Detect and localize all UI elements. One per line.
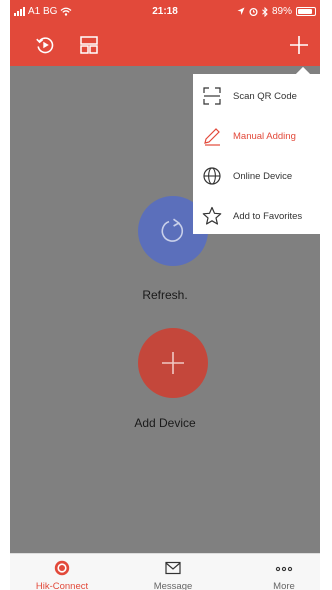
star-icon: [202, 206, 222, 225]
add-device-label: Add Device: [134, 416, 196, 430]
menu-item-label: Online Device: [233, 170, 293, 182]
status-right: 89%: [237, 6, 316, 17]
refresh-label: Refresh.: [142, 288, 188, 302]
app-screen: A1 BG 21:18 89% Refresh. Add Device Scan…: [10, 0, 320, 590]
menu-item-label: Manual Adding: [233, 130, 296, 142]
status-bar: A1 BG 21:18 89%: [10, 0, 320, 24]
message-icon: [165, 561, 181, 575]
menu-item-online-device[interactable]: Online Device: [193, 156, 320, 196]
menu-item-scan-qr-code[interactable]: Scan QR Code: [193, 76, 320, 116]
tab-message[interactable]: Message: [133, 554, 213, 590]
nav-bar: [10, 24, 320, 66]
bluetooth-icon: [262, 6, 268, 17]
tab-hik-connect[interactable]: Hik-Connect: [22, 554, 102, 590]
menu-item-label: Add to Favorites: [233, 210, 303, 222]
battery-percent: 89%: [271, 6, 292, 17]
add-icon[interactable]: [288, 34, 310, 56]
plus-icon: [162, 352, 184, 374]
add-device-button[interactable]: [138, 328, 208, 398]
battery-icon: [296, 7, 316, 16]
menu-item-manual-adding[interactable]: Manual Adding: [193, 116, 320, 156]
more-icon: [275, 566, 293, 572]
tab-label: More: [273, 581, 295, 590]
pencil-icon: [204, 128, 220, 146]
alarm-icon: [249, 7, 258, 16]
tab-more[interactable]: More: [244, 554, 320, 590]
menu-item-add-to-favorites[interactable]: Add to Favorites: [193, 196, 320, 236]
add-menu: Scan QR Code Manual Adding Online Device…: [193, 74, 320, 234]
layout-icon[interactable]: [78, 34, 100, 56]
refresh-icon: [161, 218, 184, 242]
playback-icon[interactable]: [34, 34, 56, 56]
qr-scan-icon: [203, 87, 221, 105]
tab-label: Hik-Connect: [35, 581, 89, 590]
globe-icon: [203, 167, 221, 185]
location-icon: [237, 7, 245, 15]
tab-bar: Hik-Connect Message More: [10, 553, 320, 590]
hik-connect-icon: [54, 560, 70, 576]
tab-label: Message: [153, 581, 193, 590]
menu-item-label: Scan QR Code: [233, 90, 297, 102]
